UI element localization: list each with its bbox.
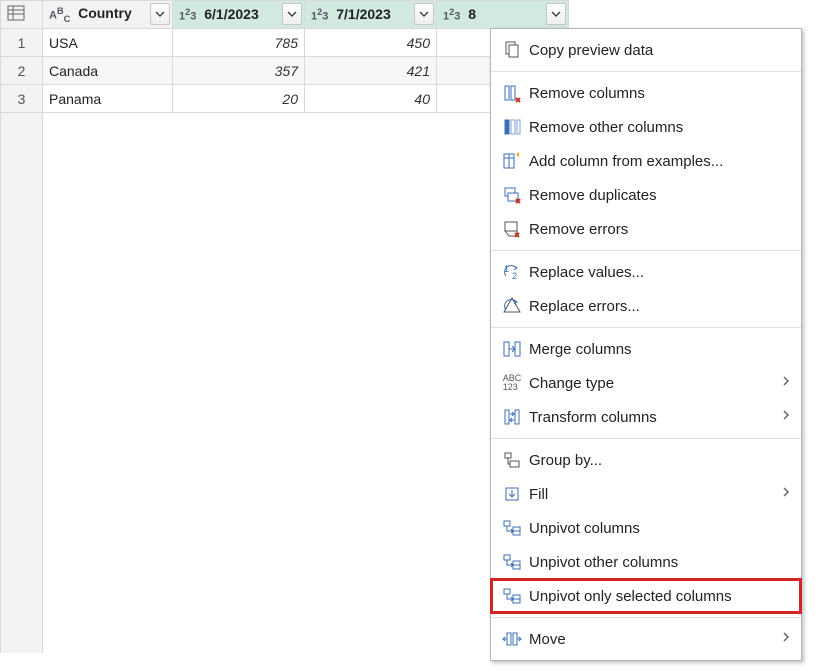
type-number-icon: 123 <box>311 7 328 23</box>
cell-country[interactable]: Canada <box>43 57 173 85</box>
transform-columns-icon <box>499 407 525 427</box>
menu-replace-errors[interactable]: Replace errors... <box>491 289 801 323</box>
column-filter-button[interactable] <box>282 3 302 25</box>
menu-remove-errors[interactable]: Remove errors <box>491 212 801 246</box>
menu-merge-columns[interactable]: Merge columns <box>491 332 801 366</box>
cell-country[interactable]: USA <box>43 29 173 57</box>
add-column-examples-icon <box>499 151 525 171</box>
cell-country[interactable]: Panama <box>43 85 173 113</box>
menu-add-column-from-examples[interactable]: Add column from examples... <box>491 144 801 178</box>
column-header-7-1-2023[interactable]: 123 7/1/2023 <box>305 1 437 29</box>
type-number-icon: 123 <box>443 7 460 23</box>
cell-value[interactable]: 40 <box>305 85 437 113</box>
menu-separator <box>491 250 801 251</box>
table-row[interactable]: 1 USA 785 450 <box>1 29 569 57</box>
svg-text:2: 2 <box>512 271 517 281</box>
row-number[interactable]: 2 <box>1 57 43 85</box>
column-label: 6/1/2023 <box>204 6 259 22</box>
cell-value[interactable]: 450 <box>305 29 437 57</box>
cell-value[interactable]: 421 <box>305 57 437 85</box>
change-type-icon: ABC123 <box>499 374 525 392</box>
menu-move[interactable]: Move <box>491 622 801 656</box>
data-grid: ABC Country 123 6/1/2023 123 7/1/2023 12… <box>0 0 569 653</box>
submenu-arrow-icon <box>781 485 791 503</box>
menu-replace-values[interactable]: 12 Replace values... <box>491 255 801 289</box>
menu-remove-columns[interactable]: Remove columns <box>491 76 801 110</box>
menu-group-by[interactable]: Group by... <box>491 443 801 477</box>
menu-unpivot-columns[interactable]: Unpivot columns <box>491 511 801 545</box>
move-icon <box>499 629 525 649</box>
submenu-arrow-icon <box>781 374 791 392</box>
menu-change-type[interactable]: ABC123 Change type <box>491 366 801 400</box>
row-number[interactable]: 3 <box>1 85 43 113</box>
submenu-arrow-icon <box>781 408 791 426</box>
menu-separator <box>491 438 801 439</box>
unpivot-selected-icon <box>499 586 525 606</box>
menu-separator <box>491 327 801 328</box>
menu-transform-columns[interactable]: Transform columns <box>491 400 801 434</box>
column-header-8-1-2023[interactable]: 123 8 <box>437 1 569 29</box>
copy-preview-icon <box>499 40 525 60</box>
cell-value[interactable]: 357 <box>173 57 305 85</box>
column-filter-button[interactable] <box>414 3 434 25</box>
cell-value[interactable]: 20 <box>173 85 305 113</box>
type-text-icon: ABC <box>49 6 70 24</box>
type-number-icon: 123 <box>179 7 196 23</box>
remove-other-columns-icon <box>499 117 525 137</box>
remove-errors-icon <box>499 219 525 239</box>
fill-icon <box>499 484 525 504</box>
context-menu: Copy preview data Remove columns Remove … <box>490 28 802 661</box>
menu-separator <box>491 71 801 72</box>
group-by-icon <box>499 450 525 470</box>
column-filter-button[interactable] <box>150 3 170 25</box>
remove-columns-icon <box>499 83 525 103</box>
cell-value[interactable]: 785 <box>173 29 305 57</box>
menu-unpivot-other-columns[interactable]: Unpivot other columns <box>491 545 801 579</box>
menu-copy-preview-data[interactable]: Copy preview data <box>491 33 801 67</box>
menu-fill[interactable]: Fill <box>491 477 801 511</box>
menu-unpivot-only-selected-columns[interactable]: Unpivot only selected columns <box>491 579 801 613</box>
menu-separator <box>491 617 801 618</box>
table-row[interactable]: 3 Panama 20 40 <box>1 85 569 113</box>
replace-errors-icon <box>499 296 525 316</box>
select-all-corner[interactable] <box>1 1 43 29</box>
unpivot-other-icon <box>499 552 525 572</box>
menu-remove-duplicates[interactable]: Remove duplicates <box>491 178 801 212</box>
column-header-6-1-2023[interactable]: 123 6/1/2023 <box>173 1 305 29</box>
menu-remove-other-columns[interactable]: Remove other columns <box>491 110 801 144</box>
row-number[interactable]: 1 <box>1 29 43 57</box>
column-filter-button[interactable] <box>546 3 566 25</box>
table-row[interactable]: 2 Canada 357 421 <box>1 57 569 85</box>
submenu-arrow-icon <box>781 630 791 648</box>
column-label: 7/1/2023 <box>336 6 391 22</box>
column-label: Country <box>78 5 132 21</box>
merge-columns-icon <box>499 339 525 359</box>
column-header-country[interactable]: ABC Country <box>43 1 173 29</box>
unpivot-icon <box>499 518 525 538</box>
remove-duplicates-icon <box>499 185 525 205</box>
column-label: 8 <box>468 6 476 22</box>
replace-values-icon: 12 <box>499 262 525 282</box>
